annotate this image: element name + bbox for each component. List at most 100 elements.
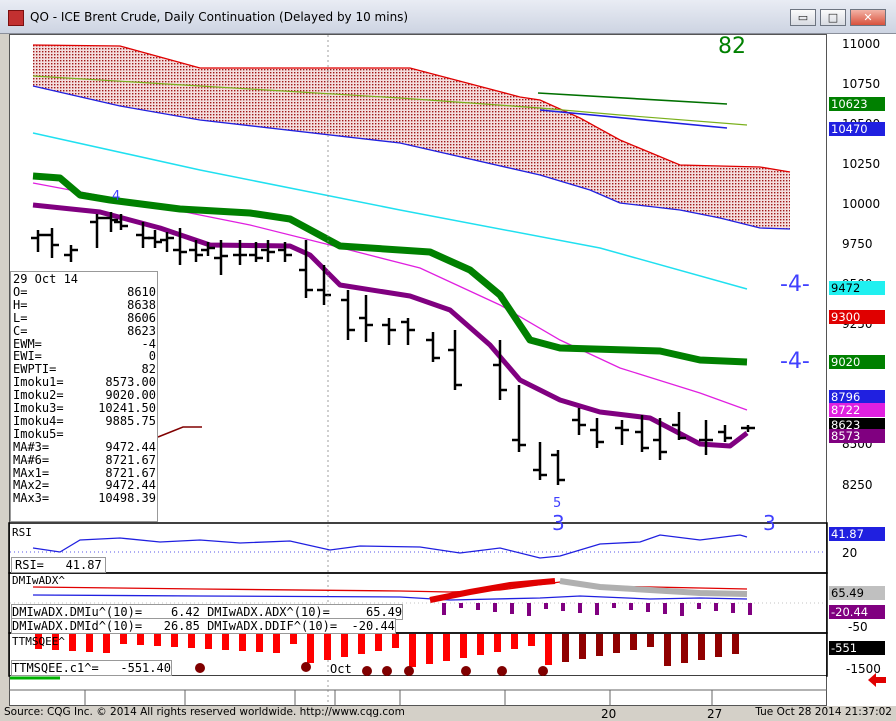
ttm-squeeze-dot [538, 666, 548, 676]
adx-falling [559, 578, 748, 597]
ttm-histogram-bar [137, 634, 144, 645]
rsi-axis-label: 20 [842, 546, 858, 560]
data-window-key: O= [13, 284, 28, 299]
data-window-value: 10498.39 [98, 491, 156, 506]
ttm-histogram-bar [86, 634, 93, 652]
rsi-readout: RSI= 41.87 [11, 557, 106, 573]
ddif-histogram-bar [544, 603, 548, 609]
price-box-cyan-ma: 9472 [829, 281, 885, 295]
data-window-key: Imoku4= [13, 413, 64, 428]
ttm-histogram-bar [256, 634, 263, 652]
price-box-magenta: 8722 [829, 403, 885, 417]
data-window-key: Imoku3= [13, 401, 64, 415]
price-tick: 10000 [842, 197, 881, 211]
ttm-histogram-bar [290, 634, 297, 644]
ttm-histogram-bar [239, 634, 246, 651]
ttm-histogram-bar [460, 634, 467, 658]
wave-label-5: 5 [553, 496, 561, 511]
ddif-histogram-bar [748, 603, 752, 615]
price-box-green-thick: 9020 [829, 355, 885, 369]
ttm-squeeze-dot [362, 666, 372, 676]
ttm-squeeze-dot [195, 663, 205, 673]
ttm-histogram-bar [681, 634, 688, 663]
ddif-histogram-bar [510, 603, 514, 614]
ttm-histogram-bar [715, 634, 722, 657]
ttm-histogram-bar [664, 634, 671, 666]
ew-marker-upper: -4- [780, 272, 810, 297]
ttm-squeeze-dot [301, 662, 311, 672]
ttm-bottom-strip [10, 676, 826, 680]
data-window-key: L= [13, 310, 28, 325]
ttm-histogram-bar [630, 634, 637, 650]
wave-label-4: 4 [112, 189, 120, 204]
ddif-histogram-bar [612, 603, 616, 608]
ttm-histogram-bar [171, 634, 178, 647]
ttm-histogram-bar [698, 634, 705, 660]
ttm-histogram-bar [120, 634, 127, 644]
ttm-histogram-bar [443, 634, 450, 661]
price-tick: 9750 [842, 237, 873, 251]
ttm-histogram-bar [307, 634, 314, 663]
data-window-key: Imoku5= [13, 426, 64, 441]
scroll-right-arrow-icon[interactable] [866, 672, 888, 688]
data-window-value: 8606 [127, 310, 156, 325]
data-window-row: H= 8638 [13, 297, 156, 312]
data-window-value: 8638 [127, 297, 156, 312]
price-box-blue-band: 10470 [829, 122, 885, 136]
price-box-blue: 8796 [829, 390, 885, 404]
data-window-key: C= [13, 323, 28, 338]
price-box-green-ma: 10623 [829, 97, 885, 111]
data-window-key: MA#3= [13, 439, 50, 454]
ttm-histogram-bar [562, 634, 569, 662]
ttm-histogram-bar [579, 634, 586, 659]
data-window-row: C= 8623 [13, 323, 156, 338]
dmi-panel-label: DMIwADX^ [12, 574, 65, 587]
ddif-histogram-bar [714, 603, 718, 611]
ddif-histogram-bar [578, 603, 582, 613]
dmi-adx-box: 65.49 [829, 586, 885, 600]
ttm-histogram-bar [477, 634, 484, 655]
data-window-row: L= 8606 [13, 310, 156, 325]
ttm-histogram-bar [358, 634, 365, 654]
ttm-histogram-bar [273, 634, 280, 653]
ddif-histogram-bar [697, 603, 701, 609]
ttm-panel-label: TTMSQEE^ [12, 635, 65, 648]
ttm-value-box: -551 [829, 641, 885, 655]
ddif-histogram-bar [442, 603, 446, 615]
ttm-squeeze-dot [497, 666, 507, 676]
data-window-value: 9472.44 [105, 439, 156, 454]
ew-marker-lower: -4- [780, 349, 810, 374]
ddif-histogram-bar [629, 603, 633, 610]
data-window-value: 10241.50 [98, 401, 156, 415]
rsi-value-box: 41.87 [829, 527, 885, 541]
rsi-panel-label: RSI [12, 526, 32, 539]
data-window-row: Imoku5= [13, 426, 156, 441]
price-tick: 10750 [842, 77, 881, 91]
ddif-histogram-bar [476, 603, 480, 610]
data-window: 29 Oct 14 O= 8610 H= 8638 L= 8606 C= 8623 EWM= -4 E… [10, 271, 158, 522]
data-window-row: MA#3= 9472.44 [13, 439, 156, 454]
ddif-histogram-bar [561, 603, 565, 611]
ddif-histogram-bar [459, 603, 463, 608]
dmi-readout-line2: DMIwADX.DMId^(10)= 26.85 DMIwADX.DDIF^(1… [11, 618, 396, 634]
price-tick: 8250 [842, 478, 873, 492]
ttm-histogram-bar [613, 634, 620, 653]
ttm-histogram-bar [188, 634, 195, 648]
ttm-histogram-bar [375, 634, 382, 651]
data-window-row: MAx3= 10498.39 [13, 492, 156, 505]
wave-label-3-right: 3 [763, 511, 776, 535]
ttm-histogram-bar [596, 634, 603, 656]
copyright-text: Source: CQG Inc. © 2014 All rights reser… [4, 706, 564, 718]
ttm-histogram-bar [732, 634, 739, 654]
ttm-histogram-bar [545, 634, 552, 665]
data-window-row: O= 8610 [13, 284, 156, 299]
data-window-row: Imoku4= 9885.75 [13, 413, 156, 428]
ddif-histogram-bar [680, 603, 684, 616]
ttm-histogram-bar [341, 634, 348, 657]
ddif-histogram-bar [731, 603, 735, 613]
small-red-line [157, 426, 202, 438]
date-tick: 27 [707, 707, 723, 721]
ttm-histogram-bar [392, 634, 399, 648]
ttm-readout: TTMSQEE.c1^= -551.40 [11, 660, 172, 676]
ttm-histogram-bar [528, 634, 535, 646]
